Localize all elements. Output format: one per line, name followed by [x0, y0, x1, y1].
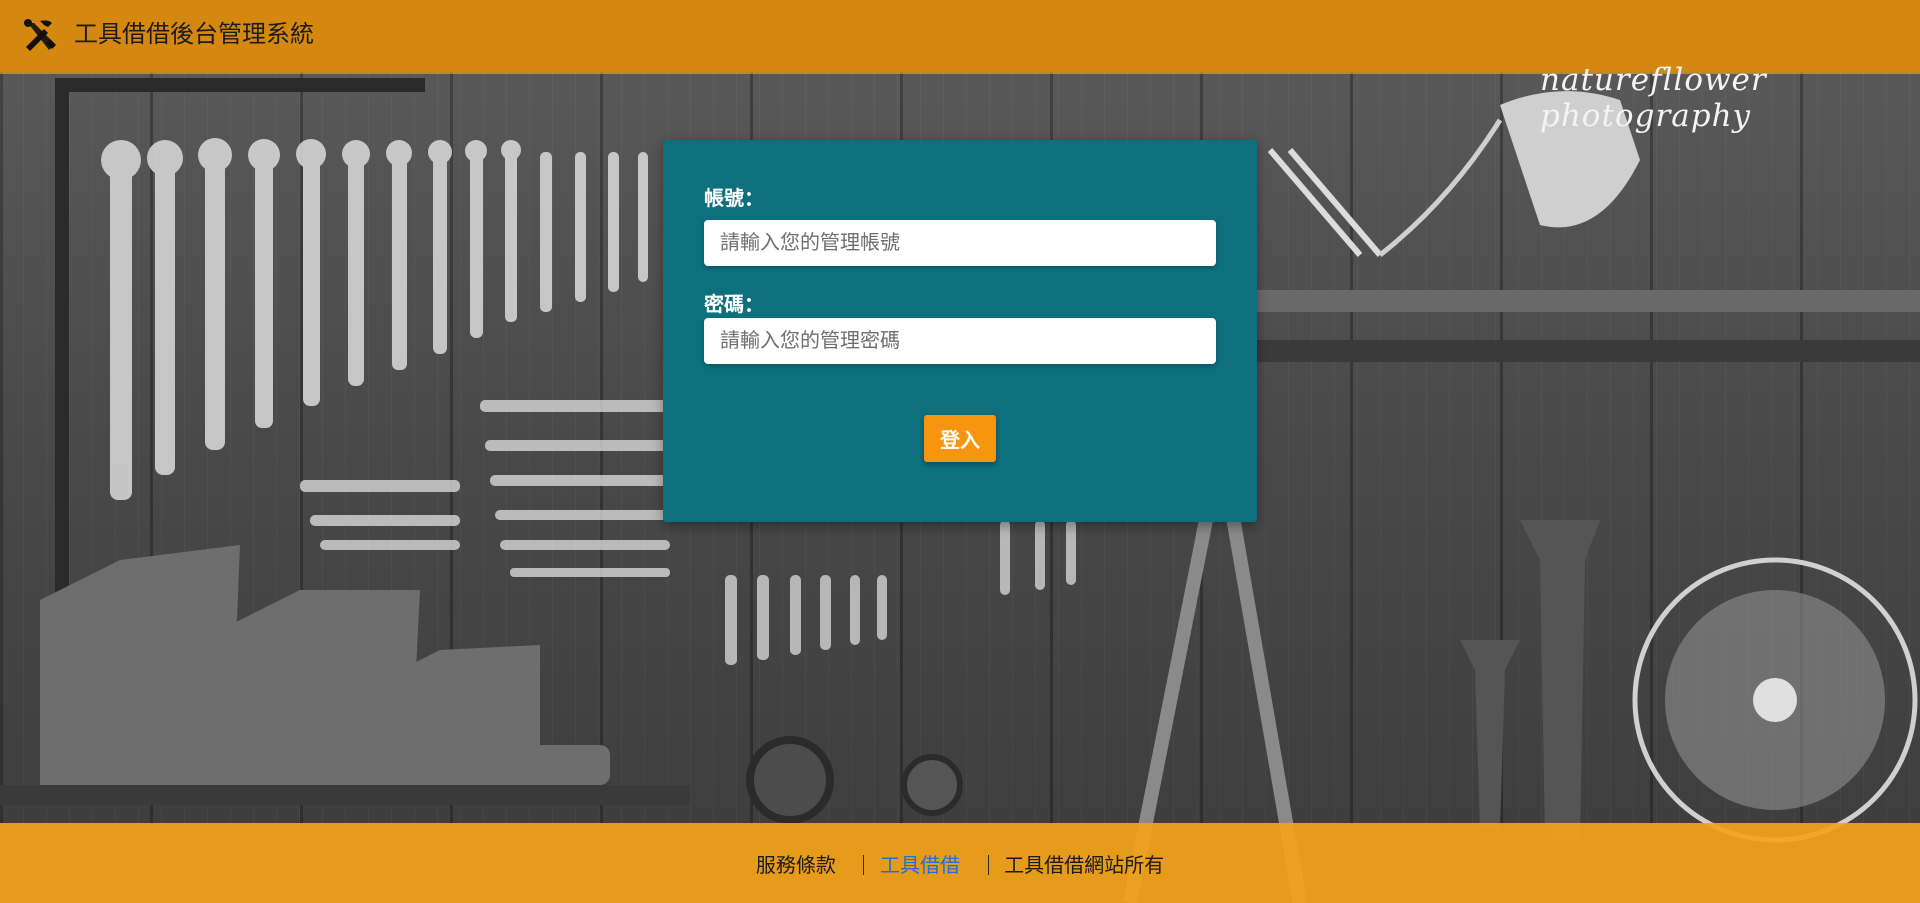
- photo-watermark: naturefllower photography: [1540, 62, 1767, 134]
- password-label: 密碼：: [704, 294, 764, 316]
- footer-links: 服務條款 工具借借 工具借借網站所有: [0, 853, 1920, 879]
- login-button[interactable]: 登入: [924, 415, 996, 462]
- account-input[interactable]: [704, 220, 1216, 266]
- footer: 服務條款 工具借借 工具借借網站所有: [0, 823, 1920, 903]
- tools-icon: [22, 17, 60, 55]
- account-label: 帳號：: [704, 188, 764, 210]
- system-title: 工具借借後台管理系統: [74, 21, 314, 48]
- brand-link[interactable]: 工具借借: [880, 855, 960, 877]
- terms-link[interactable]: 服務條款: [756, 855, 836, 877]
- password-input[interactable]: [704, 318, 1216, 364]
- copyright-text: 工具借借網站所有: [1004, 855, 1165, 877]
- login-panel: 帳號： 密碼： 登入: [663, 140, 1257, 522]
- footer-divider: [987, 855, 989, 875]
- footer-divider: [863, 855, 865, 875]
